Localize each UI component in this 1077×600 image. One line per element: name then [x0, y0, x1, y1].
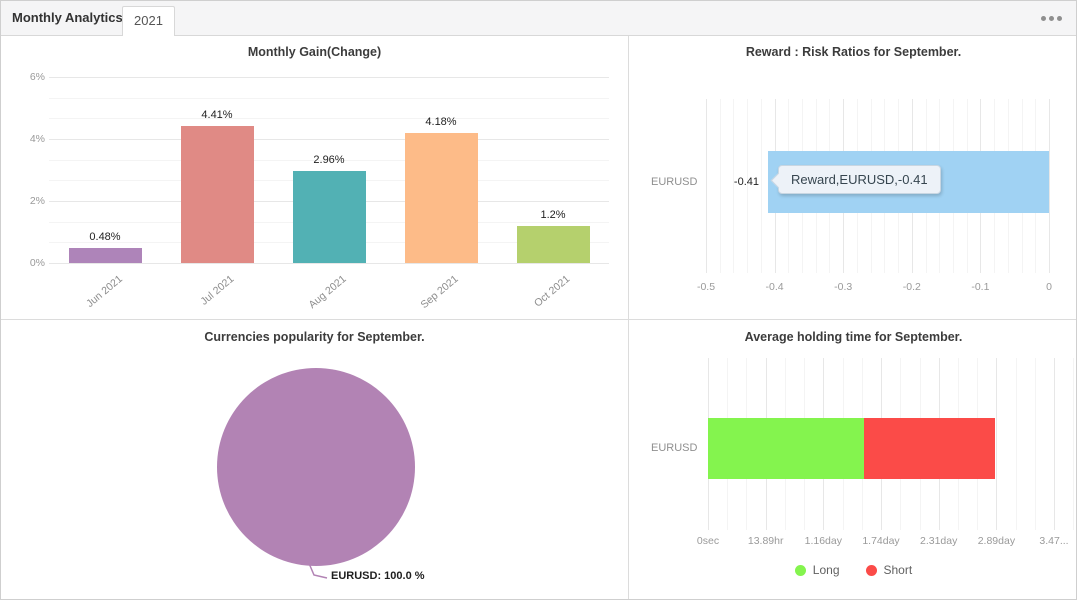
monthly-gain-panel: Monthly Gain(Change) 0.48% Jun 2021 4.41% J…: [1, 35, 629, 320]
pie-slice-label: EURUSD: 100.0 %: [331, 570, 425, 582]
legend-item-short[interactable]: Short: [865, 563, 913, 577]
gain-bar-jul-2021[interactable]: [181, 126, 254, 263]
tab-2021[interactable]: 2021: [122, 6, 175, 36]
dot: [1049, 16, 1054, 21]
y-axis-tick-label: 4%: [29, 133, 45, 145]
minor-gridline: [49, 97, 609, 99]
major-gridline: [49, 139, 609, 140]
legend-label: Long: [812, 563, 840, 577]
holding-time-panel: Average holding time for September. Long…: [629, 320, 1076, 599]
major-gridline: [1054, 358, 1055, 530]
minor-gridline: [49, 118, 609, 120]
bar-value-label: -0.41: [733, 176, 759, 188]
x-axis-tick-label: 1.74day: [862, 535, 900, 547]
currency-popularity-chart-title: Currencies popularity for September.: [204, 330, 425, 344]
major-gridline: [49, 77, 609, 78]
x-axis-tick-label: 1.16day: [804, 535, 842, 547]
legend-item-long[interactable]: Long: [794, 563, 840, 577]
holding-time-plot: [708, 358, 1075, 530]
window-title: Monthly Analytics: [12, 10, 123, 25]
x-axis-tick-label: 0sec: [696, 535, 720, 547]
bar-value-label: 2.96%: [313, 154, 345, 167]
monthly-analytics-window: Monthly Analytics 2021 Monthly Gain(Chan…: [0, 0, 1077, 600]
x-axis-tick-label: -0.5: [696, 281, 716, 293]
x-axis-category-label: Jul 2021: [198, 273, 237, 308]
major-gridline: [1049, 99, 1050, 273]
minor-gridline: [1034, 358, 1036, 530]
minor-gridline: [1073, 358, 1075, 530]
y-axis-tick-label: 6%: [29, 71, 45, 83]
y-axis-category-label: EURUSD: [651, 176, 698, 188]
bar-value-label: 1.2%: [540, 208, 566, 221]
major-gridline: [996, 358, 998, 530]
chart-legend: Long Short: [629, 563, 1076, 577]
y-axis-tick-label: 0%: [29, 257, 45, 269]
gain-bar-sep-2021[interactable]: [405, 133, 478, 263]
holding-time-chart-title: Average holding time for September.: [744, 330, 963, 344]
x-axis-category-label: Sep 2021: [418, 273, 461, 312]
reward-risk-panel: Reward : Risk Ratios for September. Rewa…: [629, 35, 1076, 320]
monthly-gain-chart-title: Monthly Gain(Change): [247, 45, 382, 59]
legend-dot-short-icon: [865, 564, 877, 576]
pie-slice-eurusd[interactable]: [217, 368, 415, 566]
dot: [1057, 16, 1062, 21]
x-axis-tick-label: 3.47...: [1039, 535, 1069, 547]
gain-bar-aug-2021[interactable]: [293, 171, 366, 263]
holding-bar-long[interactable]: [708, 418, 865, 479]
minor-gridline: [1015, 358, 1017, 530]
bar-value-label: 4.41%: [201, 109, 233, 122]
x-axis-tick-label: 13.89hr: [747, 535, 784, 547]
tab-bar: Monthly Analytics 2021: [1, 1, 1076, 36]
x-axis-tick-label: 2.89day: [977, 535, 1016, 547]
x-axis-category-label: Jun 2021: [83, 273, 125, 310]
gain-bar-jun-2021[interactable]: [69, 248, 142, 263]
legend-dot-long-icon: [794, 564, 806, 576]
y-axis-tick-label: 2%: [29, 195, 45, 207]
legend-label: Short: [883, 563, 913, 577]
reward-risk-chart-title: Reward : Risk Ratios for September.: [745, 45, 962, 59]
x-axis-tick-label: 0: [1046, 281, 1052, 293]
holding-bar-short[interactable]: [864, 418, 995, 479]
major-gridline: [49, 263, 609, 264]
x-axis-tick-label: -0.1: [971, 281, 990, 293]
currency-popularity-panel: Currencies popularity for September. EUR…: [1, 320, 629, 599]
x-axis-tick-label: -0.3: [834, 281, 853, 293]
x-axis-category-label: Oct 2021: [532, 273, 573, 310]
y-axis-category-label: EURUSD: [651, 442, 698, 454]
x-axis-tick-label: -0.4: [765, 281, 784, 293]
x-axis-tick-label: 2.31day: [920, 535, 958, 547]
x-axis-tick-label: -0.2: [902, 281, 921, 293]
chart-tooltip: Reward,EURUSD,-0.41: [778, 165, 941, 194]
dot: [1041, 16, 1046, 21]
ellipsis-menu-icon[interactable]: [1041, 16, 1062, 21]
bar-value-label: 4.18%: [425, 116, 457, 129]
x-axis-category-label: Aug 2021: [306, 273, 349, 312]
major-gridline: [706, 99, 707, 273]
bar-value-label: 0.48%: [89, 231, 121, 244]
monthly-gain-plot: 0.48% Jun 2021 4.41% Jul 2021 2.96% Aug 2021 4…: [49, 63, 609, 311]
minor-gridline: [760, 99, 762, 273]
gain-bar-oct-2021[interactable]: [517, 225, 590, 263]
